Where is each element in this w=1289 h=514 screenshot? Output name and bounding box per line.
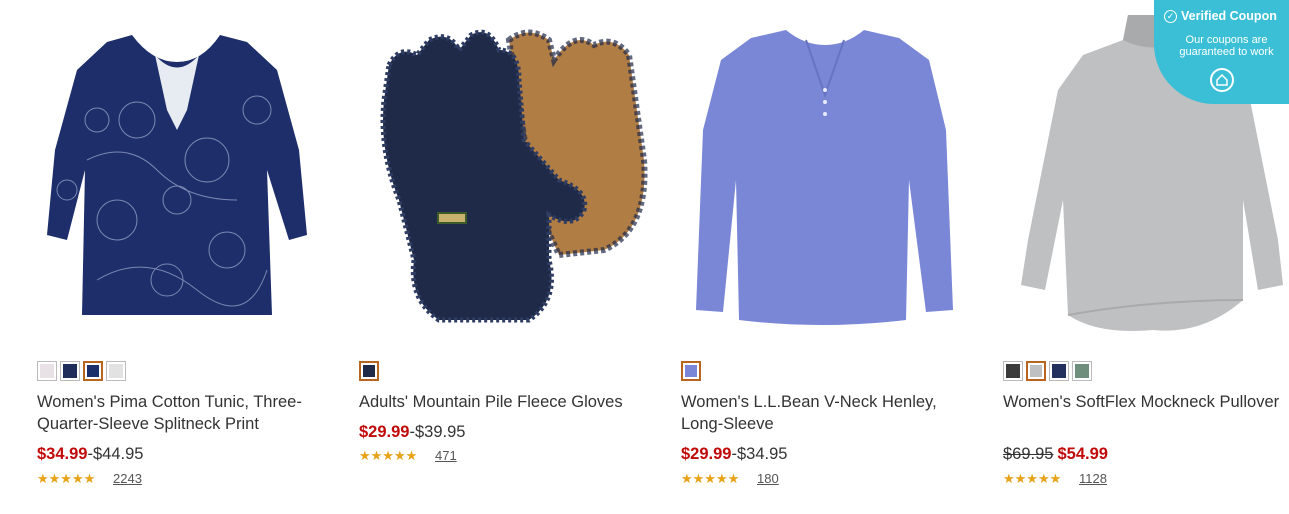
color-swatches bbox=[681, 361, 701, 383]
coupon-title: Verified Coupon bbox=[1181, 9, 1277, 23]
sale-price: $29.99 bbox=[681, 445, 732, 463]
regular-price: $34.95 bbox=[736, 445, 788, 463]
original-price: $69.95 bbox=[1003, 445, 1054, 463]
product-image[interactable] bbox=[37, 0, 337, 345]
swatch-fill bbox=[1075, 364, 1089, 378]
swatch-periwinkle[interactable] bbox=[681, 361, 701, 381]
regular-price: $39.95 bbox=[414, 423, 466, 441]
swatch-fill bbox=[685, 365, 697, 377]
product-rating: ★★★★★ ★★★★★ 1128 bbox=[1003, 470, 1107, 486]
coupon-subtitle: Our coupons are guaranteed to work bbox=[1179, 34, 1274, 58]
product-price: $69.95 $54.99 bbox=[1003, 444, 1108, 464]
swatch-fill bbox=[1030, 365, 1042, 377]
product-rating: ★★★★★ ★★★★★ 180 bbox=[681, 470, 779, 486]
review-count-link[interactable]: 1128 bbox=[1079, 471, 1107, 486]
product-image[interactable] bbox=[681, 0, 981, 345]
swatch-navy[interactable] bbox=[1049, 361, 1069, 381]
product-rating: ★★★★★ ★★★★★ 2243 bbox=[37, 470, 142, 486]
product-card-vneck-henley[interactable]: Women's L.L.Bean V-Neck Henley, Long-Sle… bbox=[681, 0, 981, 514]
product-title[interactable]: Adults' Mountain Pile Fleece Gloves bbox=[359, 391, 659, 413]
product-title[interactable]: Women's Pima Cotton Tunic, Three-Quarter… bbox=[37, 391, 337, 435]
swatch-light-gray[interactable] bbox=[106, 361, 126, 381]
product-image[interactable] bbox=[359, 0, 659, 345]
review-count-link[interactable]: 180 bbox=[757, 471, 779, 486]
product-card-fleece-gloves[interactable]: Adults' Mountain Pile Fleece Gloves $29.… bbox=[359, 0, 659, 514]
product-price: $29.99-$39.95 bbox=[359, 422, 465, 442]
swatch-fill bbox=[63, 364, 77, 378]
sale-price: $54.99 bbox=[1057, 445, 1108, 463]
star-rating-icon: ★★★★★ ★★★★★ bbox=[37, 470, 96, 486]
color-swatches bbox=[1003, 361, 1092, 383]
swatch-navy-floral[interactable] bbox=[83, 361, 103, 381]
product-title[interactable]: Women's L.L.Bean V-Neck Henley, Long-Sle… bbox=[681, 391, 981, 435]
swatch-floral-white[interactable] bbox=[37, 361, 57, 381]
swatch-fill bbox=[40, 364, 54, 378]
swatch-charcoal[interactable] bbox=[1003, 361, 1023, 381]
regular-price: $44.95 bbox=[92, 445, 144, 463]
sale-price: $34.99 bbox=[37, 445, 88, 463]
swatch-navy-print[interactable] bbox=[60, 361, 80, 381]
product-price: $29.99-$34.95 bbox=[681, 444, 787, 464]
swatch-fill bbox=[363, 365, 375, 377]
color-swatches bbox=[37, 361, 126, 383]
swatch-fill bbox=[1052, 364, 1066, 378]
swatch-navy[interactable] bbox=[359, 361, 379, 381]
coupon-header: ✓ Verified Coupon bbox=[1164, 9, 1277, 23]
swatch-fill bbox=[1006, 364, 1020, 378]
check-circle-icon: ✓ bbox=[1164, 9, 1177, 23]
swatch-fill bbox=[109, 364, 123, 378]
verified-coupon-badge[interactable]: ✓ Verified Coupon Our coupons are guaran… bbox=[1154, 0, 1289, 104]
review-count-link[interactable]: 2243 bbox=[113, 471, 142, 486]
star-rating-icon: ★★★★★ ★★★★★ bbox=[1003, 470, 1062, 486]
coupon-logo-icon bbox=[1210, 68, 1234, 92]
product-price: $34.99-$44.95 bbox=[37, 444, 143, 464]
product-rating: ★★★★★ ★★★★★ 471 bbox=[359, 447, 457, 463]
sale-price: $29.99 bbox=[359, 423, 410, 441]
star-rating-icon: ★★★★★ ★★★★★ bbox=[359, 447, 418, 463]
star-rating-icon: ★★★★★ ★★★★★ bbox=[681, 470, 740, 486]
swatch-sage[interactable] bbox=[1072, 361, 1092, 381]
color-swatches bbox=[359, 361, 379, 383]
review-count-link[interactable]: 471 bbox=[435, 448, 457, 463]
product-title[interactable]: Women's SoftFlex Mockneck Pullover bbox=[1003, 391, 1289, 413]
swatch-gray-heather[interactable] bbox=[1026, 361, 1046, 381]
product-grid: Women's Pima Cotton Tunic, Three-Quarter… bbox=[0, 0, 1289, 514]
product-card-pima-tunic[interactable]: Women's Pima Cotton Tunic, Three-Quarter… bbox=[37, 0, 337, 514]
swatch-fill bbox=[87, 365, 99, 377]
